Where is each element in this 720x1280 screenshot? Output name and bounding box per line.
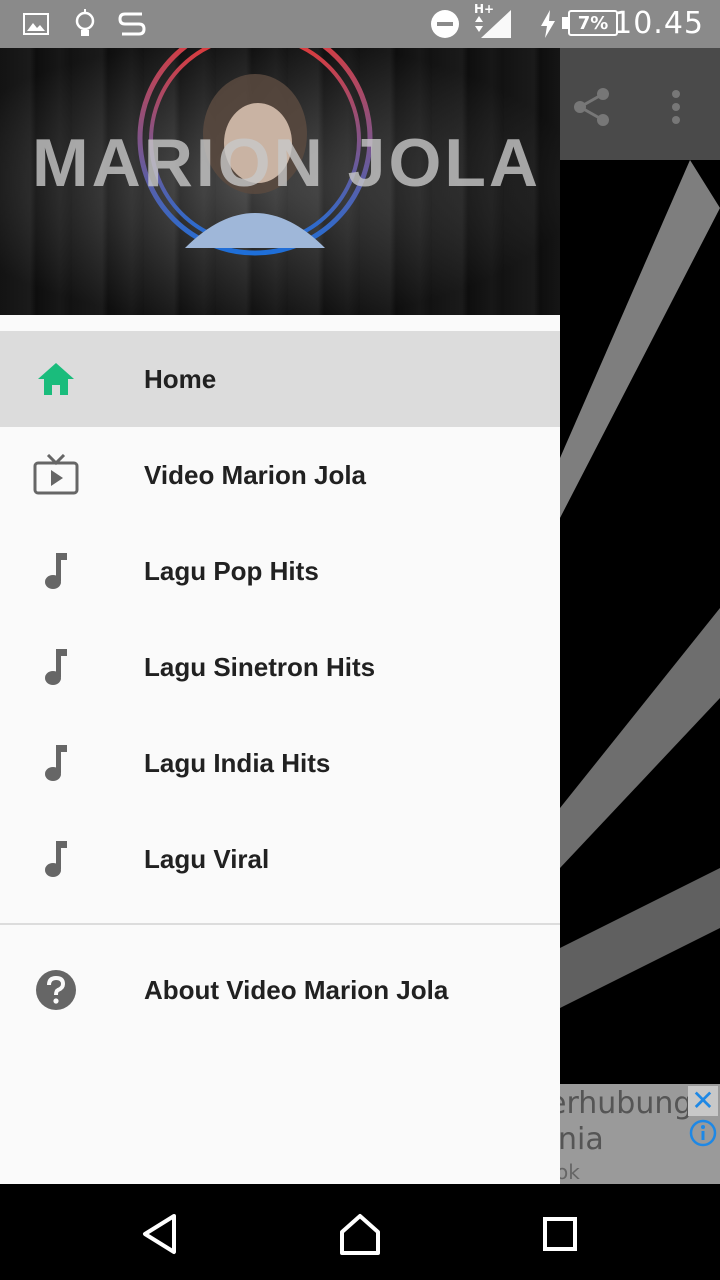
help-circle-icon bbox=[32, 966, 80, 1014]
menu-item-label: Home bbox=[144, 363, 217, 394]
ad-close-icon[interactable]: ✕ bbox=[688, 1086, 718, 1116]
image-icon bbox=[22, 8, 50, 40]
music-note-icon bbox=[32, 547, 80, 595]
network-type-label: H+ bbox=[474, 2, 495, 16]
menu-item-viral[interactable]: Lagu Viral bbox=[0, 811, 560, 907]
ad-text-line3: ok bbox=[560, 1160, 580, 1184]
more-vert-icon[interactable] bbox=[656, 80, 696, 134]
divider bbox=[0, 923, 560, 925]
do-not-disturb-icon bbox=[430, 8, 460, 40]
status-bar: H+ 7% 10.45 bbox=[0, 0, 720, 48]
menu-item-label: Lagu Sinetron Hits bbox=[144, 651, 376, 682]
home-nav-icon[interactable] bbox=[330, 1208, 390, 1260]
ad-text-line1: erhubung bbox=[560, 1086, 693, 1121]
clock: 10.45 bbox=[613, 6, 704, 41]
ad-banner[interactable]: erhubung nia ok ✕ bbox=[560, 1084, 720, 1184]
share-icon[interactable] bbox=[572, 80, 612, 134]
menu-item-video[interactable]: Video Marion Jola bbox=[0, 427, 560, 523]
ad-info-icon[interactable] bbox=[688, 1118, 718, 1148]
home-icon bbox=[32, 355, 80, 403]
back-icon[interactable] bbox=[130, 1208, 190, 1260]
menu-item-sinetron-hits[interactable]: Lagu Sinetron Hits bbox=[0, 619, 560, 715]
menu-item-label: About Video Marion Jola bbox=[144, 974, 449, 1005]
header-title: MARION JOLA bbox=[32, 125, 541, 201]
menu-item-home[interactable]: Home bbox=[0, 331, 560, 427]
navigation-drawer: MARION JOLA Home Video Marion Jola Lagu … bbox=[0, 48, 560, 1184]
menu-item-label: Lagu Pop Hits bbox=[144, 555, 319, 586]
charging-icon bbox=[538, 8, 558, 40]
battery-icon: 7% bbox=[568, 10, 618, 36]
music-note-icon bbox=[32, 643, 80, 691]
menu-item-label: Lagu India Hits bbox=[144, 747, 331, 778]
music-note-icon bbox=[32, 739, 80, 787]
drawer-menu: Home Video Marion Jola Lagu Pop Hits Lag… bbox=[0, 331, 560, 907]
menu-item-label: Video Marion Jola bbox=[144, 459, 367, 490]
menu-item-label: Lagu Viral bbox=[144, 843, 270, 874]
app-toolbar bbox=[560, 48, 720, 160]
lightbulb-icon bbox=[72, 8, 98, 40]
menu-item-about[interactable]: About Video Marion Jola bbox=[0, 942, 560, 1038]
ad-text-line2: nia bbox=[560, 1122, 604, 1157]
drawer-header: MARION JOLA bbox=[0, 48, 560, 315]
tv-play-icon bbox=[32, 451, 80, 499]
system-nav-bar bbox=[0, 1184, 720, 1280]
menu-item-india-hits[interactable]: Lagu India Hits bbox=[0, 715, 560, 811]
recents-icon[interactable] bbox=[530, 1208, 590, 1260]
signal-icon: H+ bbox=[474, 2, 514, 40]
music-note-icon bbox=[32, 835, 80, 883]
s-app-icon bbox=[116, 8, 148, 40]
menu-item-pop-hits[interactable]: Lagu Pop Hits bbox=[0, 523, 560, 619]
